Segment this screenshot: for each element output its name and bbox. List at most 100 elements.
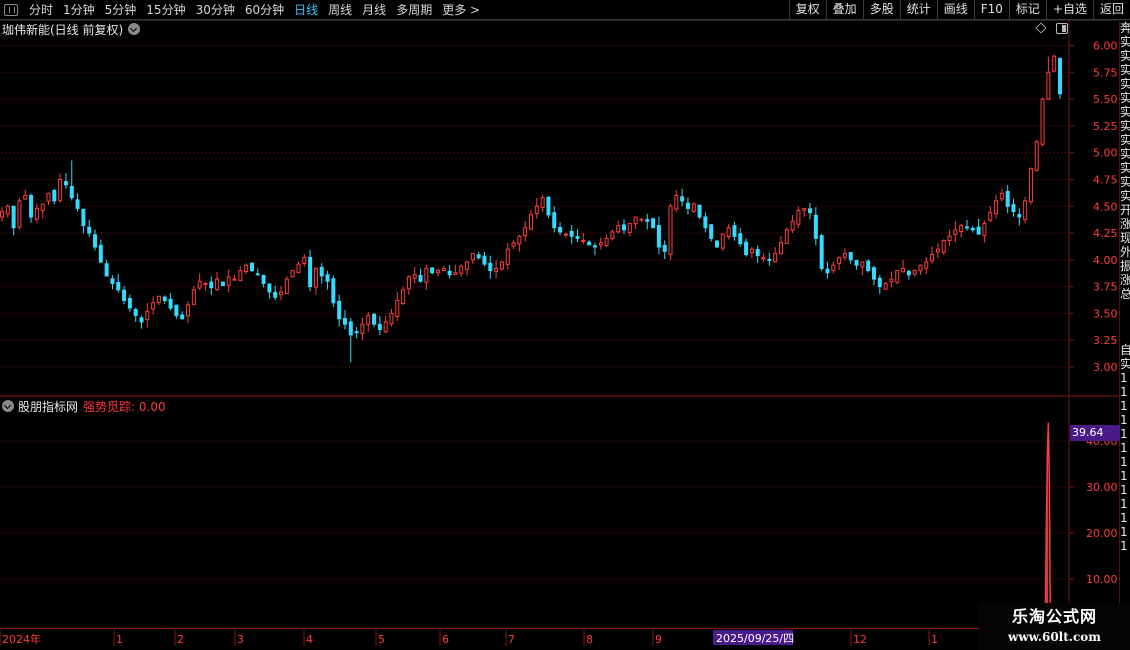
candle <box>435 268 440 277</box>
candle <box>418 268 423 283</box>
candle-body <box>999 192 1004 200</box>
candle-body <box>412 274 417 279</box>
candle-body <box>17 200 22 228</box>
indicator-name[interactable]: 股朋指标网 <box>18 398 78 415</box>
y-tick-label: 6.00 <box>1093 40 1118 53</box>
candle <box>999 188 1004 202</box>
candle-body <box>761 257 766 260</box>
candle-body <box>0 211 4 218</box>
candle <box>592 242 597 256</box>
period-tab-1[interactable]: 1分钟 <box>58 0 100 20</box>
candle <box>523 220 528 242</box>
candle <box>162 295 167 304</box>
candle-body <box>209 281 214 289</box>
side-panel-char: 1 <box>1120 483 1128 497</box>
period-tab-7[interactable]: 周线 <box>323 0 357 20</box>
panel-layout-icon[interactable] <box>1056 23 1068 34</box>
period-tab-5[interactable]: 60分钟 <box>240 0 289 20</box>
toolbar-button-4[interactable]: 画线 <box>936 0 974 20</box>
side-panel-char: 1 <box>1120 497 1128 511</box>
candle-body <box>75 199 80 209</box>
y-tick-label: 3.00 <box>1093 361 1118 374</box>
candle-body <box>587 241 592 246</box>
period-tab-0[interactable]: 分时 <box>24 0 58 20</box>
toolbar-button-3[interactable]: 统计 <box>899 0 937 20</box>
candle-body <box>406 276 411 290</box>
candle-body <box>226 276 231 286</box>
y-tick-label: 20.00 <box>1086 527 1118 540</box>
candle-body <box>825 268 830 274</box>
candle-body <box>313 267 318 288</box>
y-tick-label: 3.75 <box>1093 281 1118 294</box>
candle-body <box>819 235 824 269</box>
toolbar-button-2[interactable]: 多股 <box>862 0 900 20</box>
candle-body <box>98 244 103 263</box>
side-panel-char: 1 <box>1120 399 1128 413</box>
candle <box>406 274 411 296</box>
watermark-name: 乐淘公式网 <box>1011 607 1097 626</box>
side-panel-char: 外 <box>1120 245 1130 259</box>
period-tab-4[interactable]: 30分钟 <box>191 0 240 20</box>
period-tab-6[interactable]: 日线 <box>289 0 323 20</box>
side-panel-char: 实 <box>1120 63 1130 77</box>
candle-body <box>877 277 882 288</box>
toolbar-button-1[interactable]: 叠加 <box>825 0 863 20</box>
candle <box>342 309 347 330</box>
toolbar-button-0[interactable]: 复权 <box>788 0 826 20</box>
toolbar-button-6[interactable]: 标记 <box>1008 0 1046 20</box>
candle-body <box>58 178 63 202</box>
candle-body <box>976 226 981 235</box>
candle <box>52 188 57 205</box>
period-tab-8[interactable]: 月线 <box>357 0 391 20</box>
candle <box>767 252 772 266</box>
chevron-down-icon[interactable] <box>2 400 14 412</box>
candle-body <box>860 261 865 268</box>
candle <box>755 245 760 263</box>
toolbar-button-7[interactable]: +自选 <box>1045 0 1093 20</box>
candle-body <box>778 242 783 255</box>
candle-body <box>1046 71 1051 100</box>
candle-body <box>110 278 115 284</box>
candle-body <box>871 267 876 280</box>
candle-body <box>494 267 499 272</box>
side-panel-char: 实 <box>1120 133 1130 147</box>
candle <box>459 264 464 277</box>
candle-body <box>575 236 580 239</box>
period-tab-2[interactable]: 5分钟 <box>100 0 142 20</box>
candle <box>715 239 720 249</box>
period-tab-10[interactable]: 更多 > <box>437 0 485 20</box>
candle-body <box>796 210 801 225</box>
indicator-series <box>1042 422 1057 626</box>
candle-body <box>162 296 167 302</box>
period-tab-3[interactable]: 15分钟 <box>141 0 190 20</box>
kline-chart-canvas[interactable]: 6.00 5.75 5.50 5.25 5.00 4.75 4.50 4.25 4.00 3.75… <box>0 0 1130 650</box>
main-chart-grid <box>0 19 1119 628</box>
candle-body <box>912 270 917 275</box>
period-tab-9[interactable]: 多周期 <box>391 0 437 20</box>
toolbar-button-8[interactable]: 返回 <box>1092 0 1130 20</box>
candle <box>110 275 115 290</box>
candle <box>116 274 121 293</box>
candle-body <box>401 289 406 305</box>
candle <box>447 264 452 279</box>
side-panel-char: 实 <box>1120 77 1130 91</box>
toolbar-button-5[interactable]: F10 <box>973 0 1009 20</box>
candle <box>947 229 952 246</box>
quote-side-panel[interactable]: 奔实实实实实实实实实实实实开涨现外振涨总 自实1111111111111 <box>1119 21 1130 630</box>
chevron-down-icon[interactable] <box>128 23 141 35</box>
candle <box>976 218 981 235</box>
candle <box>569 224 574 245</box>
candle-body <box>11 205 16 229</box>
candle-body <box>616 225 621 233</box>
candle-body <box>685 202 690 209</box>
candle-body <box>517 235 522 245</box>
candle <box>174 304 179 319</box>
candle <box>854 259 859 270</box>
candle-body <box>639 218 644 221</box>
y-tick-label: 30.00 <box>1086 481 1118 494</box>
candle-body <box>151 302 156 310</box>
action-buttons: 复权 叠加 多股 统计 画线 F10 标记 +自选 返回 <box>788 0 1130 20</box>
candle-body <box>63 181 68 186</box>
candle-body <box>895 270 900 283</box>
window-toggle-icon[interactable] <box>4 4 18 16</box>
